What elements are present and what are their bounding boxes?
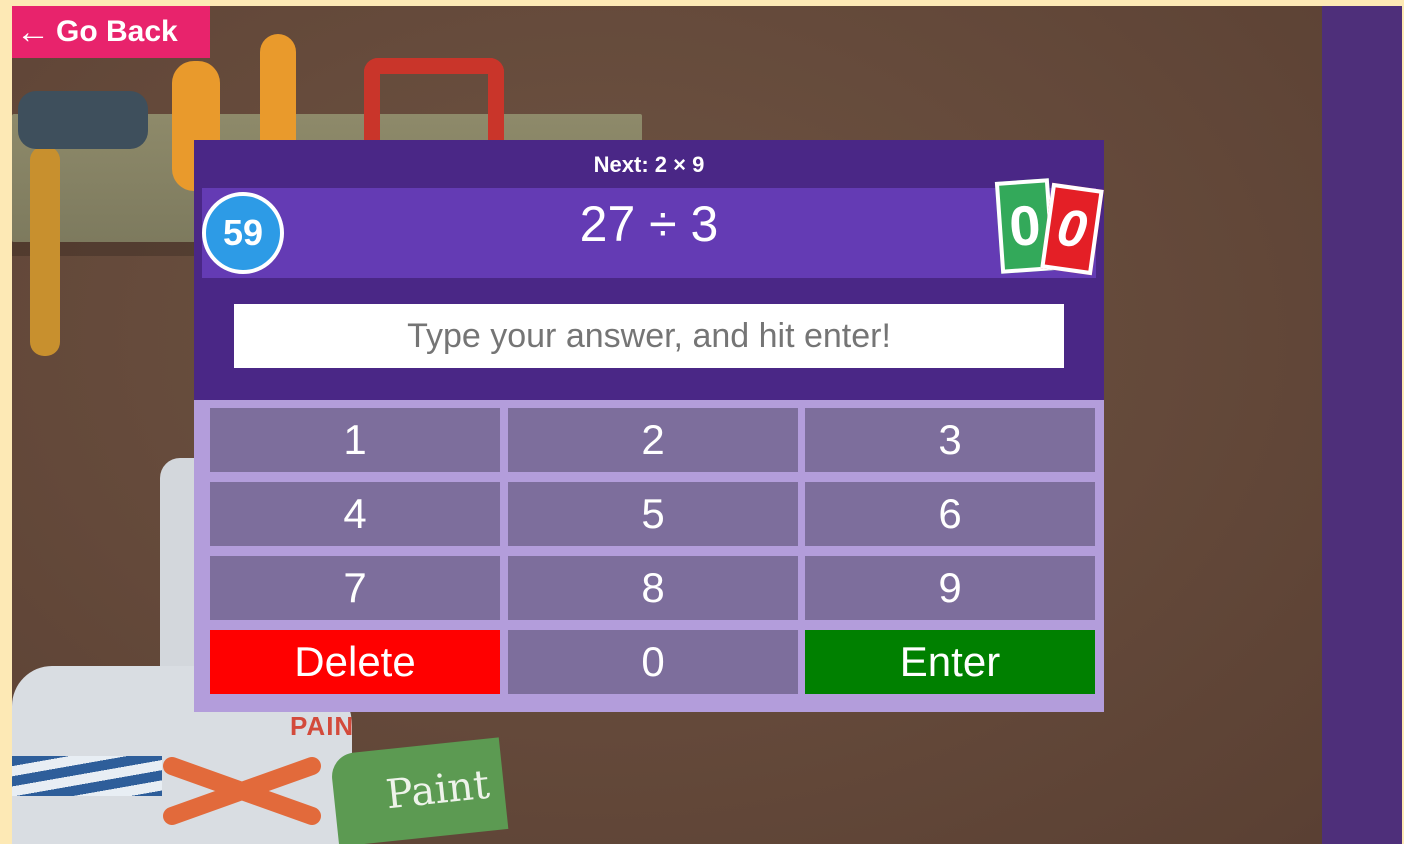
delete-button[interactable]: Delete (210, 630, 500, 694)
key-6[interactable]: 6 (805, 482, 1095, 546)
key-8[interactable]: 8 (508, 556, 798, 620)
enter-button[interactable]: Enter (805, 630, 1095, 694)
paint-can-stripe (12, 756, 162, 796)
paint-label: Paint (329, 737, 509, 844)
arrow-left-icon: ← (16, 13, 50, 51)
key-3[interactable]: 3 (805, 408, 1095, 472)
hammer-head (18, 91, 148, 149)
go-back-label: Go Back (56, 15, 178, 48)
key-1[interactable]: 1 (210, 408, 500, 472)
key-2[interactable]: 2 (508, 408, 798, 472)
key-5[interactable]: 5 (508, 482, 798, 546)
key-4[interactable]: 4 (210, 482, 500, 546)
paint-can-text: PAIN (290, 711, 355, 741)
number-keypad: 1 2 3 4 5 6 7 8 9 Delete 0 Enter (194, 400, 1104, 712)
next-question-label: Next: 2 × 9 (593, 152, 705, 177)
key-9[interactable]: 9 (805, 556, 1095, 620)
go-back-button[interactable]: ← Go Back (12, 6, 210, 58)
paint-can-logo (163, 757, 321, 825)
timer-badge: 59 (202, 192, 284, 274)
side-panel (1322, 6, 1402, 844)
quiz-panel: Next: 2 × 9 27 ÷ 3 59 0 0 1 2 3 4 5 6 7 … (194, 140, 1104, 712)
answer-input[interactable] (234, 304, 1064, 368)
key-0[interactable]: 0 (508, 630, 798, 694)
hammer-handle (30, 146, 60, 356)
current-question: 27 ÷ 3 (579, 196, 719, 252)
key-7[interactable]: 7 (210, 556, 500, 620)
